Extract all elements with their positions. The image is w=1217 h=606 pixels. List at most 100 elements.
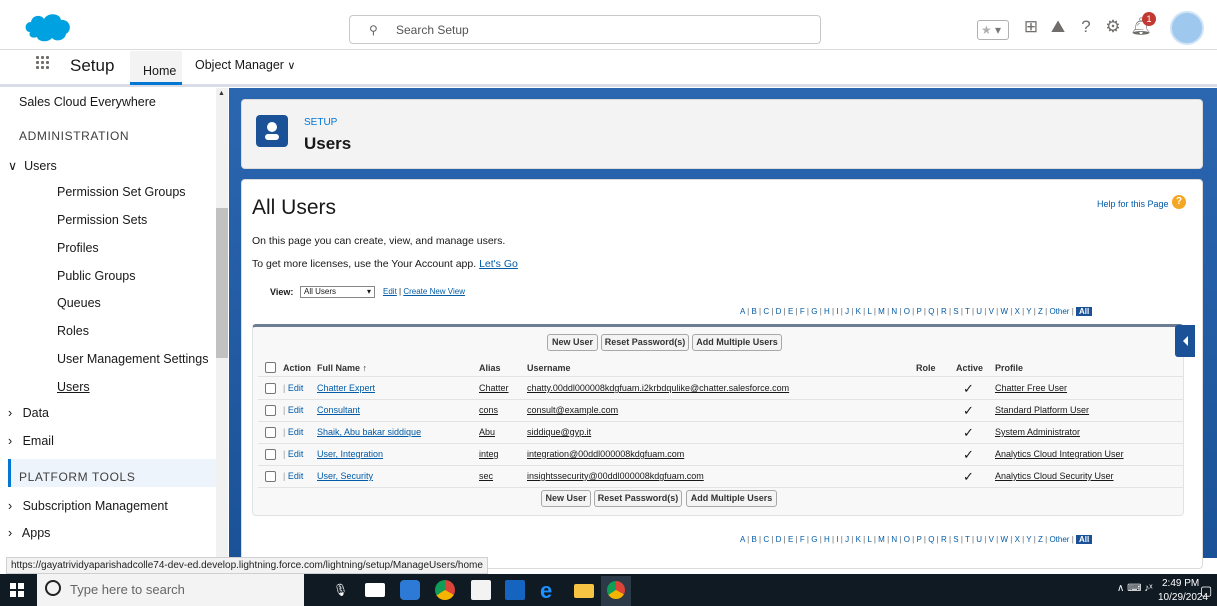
row-username[interactable]: integration@00ddl000008kdgfuam.com [527,449,684,459]
sidebar-item-sales-cloud-everywhere[interactable]: Sales Cloud Everywhere [19,95,156,109]
row-profile[interactable]: Analytics Cloud Security User [995,471,1114,481]
add-icon[interactable]: ⊞ [1020,16,1042,38]
sidebar-scrollbar-thumb[interactable] [216,208,228,358]
column-header-profile[interactable]: Profile [995,363,1023,373]
row-edit-link[interactable]: Edit [288,449,304,459]
salesforce-logo[interactable] [22,10,74,44]
row-full-name[interactable]: Consultant [317,405,360,415]
alpha-filter-all[interactable]: All [1076,307,1093,316]
sidebar-item-roles[interactable]: Roles [57,324,89,338]
row-profile[interactable]: Analytics Cloud Integration User [995,449,1124,459]
sidebar-item-public-groups[interactable]: Public Groups [57,269,136,283]
sidebar-item-queues[interactable]: Queues [57,296,101,310]
create-new-view-link[interactable]: Create New View [403,287,465,296]
alpha-filter-all[interactable]: All [1076,535,1093,544]
mail-icon[interactable] [365,583,385,597]
row-checkbox[interactable] [265,471,276,482]
tab-object-manager[interactable]: Object Manager ∨ [195,58,295,72]
favorites-button[interactable]: ★ ▾ [977,20,1009,40]
row-alias[interactable]: Chatter [479,383,509,393]
file-explorer-icon[interactable] [574,584,594,598]
row-edit-link[interactable]: Edit [288,383,304,393]
trailhead-icon[interactable]: ⛰ [1047,16,1069,38]
sidebar-group-subscription-management[interactable]: › Subscription Management [8,499,168,513]
row-profile[interactable]: Chatter Free User [995,383,1067,393]
row-username[interactable]: consult@example.com [527,405,618,415]
outlook-icon[interactable] [400,580,420,600]
row-full-name[interactable]: Shaik, Abu bakar siddique [317,427,421,437]
row-full-name[interactable]: User, Integration [317,449,383,459]
row-checkbox[interactable] [265,427,276,438]
sidebar-group-users[interactable]: ∨ Users [8,158,57,173]
row-alias[interactable]: sec [479,471,493,481]
devskiller-icon[interactable] [505,580,525,600]
microphone-icon[interactable]: 🎙︎ [333,583,348,597]
sidebar-group-email[interactable]: › Email [8,434,54,448]
row-username[interactable]: insightssecurity@00ddl000008kdgfuam.com [527,471,704,481]
search-setup-input[interactable]: ⚲ Search Setup [349,15,821,44]
store-icon[interactable] [471,580,491,600]
row-username[interactable]: chatty.00ddl000008kdgfuam.i2krbdqulike@c… [527,383,789,393]
row-profile[interactable]: System Administrator [995,427,1080,437]
clock-time[interactable]: 2:49 PM [1162,578,1199,589]
windows-start-icon[interactable] [10,583,24,597]
taskbar-search-input[interactable]: Type here to search [37,574,304,606]
setup-sidebar: Sales Cloud Everywhere ADMINISTRATION ∨ … [0,88,228,558]
row-profile[interactable]: Standard Platform User [995,405,1089,415]
row-edit-link[interactable]: Edit [288,427,304,437]
help-icon[interactable]: ? [1172,195,1186,209]
alpha-filter-w[interactable]: W [1000,307,1008,316]
alpha-filter-m[interactable]: M [878,307,885,316]
row-checkbox[interactable] [265,449,276,460]
row-alias[interactable]: cons [479,405,498,415]
help-icon[interactable]: ? [1075,16,1097,38]
row-full-name[interactable]: User, Security [317,471,373,481]
sidebar-group-apps[interactable]: › Apps [8,526,50,540]
sidebar-item-users[interactable]: Users [57,380,90,394]
help-for-this-page-link[interactable]: Help for this Page [1097,199,1169,209]
avatar[interactable] [1170,11,1204,45]
row-full-name[interactable]: Chatter Expert [317,383,375,393]
row-alias[interactable]: Abu [479,427,495,437]
row-edit-link[interactable]: Edit [288,405,304,415]
lets-go-link[interactable]: Let's Go [479,258,518,270]
column-header-alias[interactable]: Alias [479,363,501,373]
row-checkbox[interactable] [265,405,276,416]
reset-passwords-button-bottom[interactable]: Reset Password(s) [594,490,682,507]
sidebar-item-permission-set-groups[interactable]: Permission Set Groups [57,185,186,199]
alpha-filter-other[interactable]: Other [1049,535,1069,544]
alpha-filter-other[interactable]: Other [1049,307,1069,316]
tab-home[interactable]: Home [130,51,182,85]
select-all-checkbox[interactable] [265,362,276,373]
notifications-icon[interactable]: ▢ [1200,583,1212,599]
row-edit-link[interactable]: Edit [288,471,304,481]
sidebar-item-user-management-settings[interactable]: User Management Settings [57,352,208,366]
column-header-full-name[interactable]: Full Name ↑ [317,363,367,373]
edit-view-link[interactable]: Edit [383,287,397,296]
app-launcher-icon[interactable] [36,56,50,70]
sidebar-group-data[interactable]: › Data [8,406,49,420]
alpha-filter-w[interactable]: W [1000,535,1008,544]
column-header-active[interactable]: Active [956,363,983,373]
gear-icon[interactable]: ⚙ [1102,16,1124,38]
column-header-username[interactable]: Username [527,363,571,373]
chrome-icon[interactable] [435,580,455,600]
new-user-button[interactable]: New User [547,334,598,351]
column-header-role[interactable]: Role [916,363,936,373]
row-checkbox[interactable] [265,383,276,394]
reset-passwords-button[interactable]: Reset Password(s) [601,334,689,351]
edge-icon[interactable]: e [540,578,552,604]
add-multiple-users-button[interactable]: Add Multiple Users [692,334,782,351]
collapse-panel-button[interactable] [1175,325,1195,357]
active-chrome-tab[interactable] [601,576,631,606]
scroll-up-icon[interactable]: ▲ [218,90,225,97]
view-select[interactable]: All Users ▾ [300,286,375,298]
alpha-filter-m[interactable]: M [878,535,885,544]
new-user-button-bottom[interactable]: New User [541,490,591,507]
row-alias[interactable]: integ [479,449,499,459]
tray-icons[interactable]: ∧ ⌨ ♪ˣ [1117,583,1153,594]
sidebar-item-profiles[interactable]: Profiles [57,241,99,255]
sidebar-item-permission-sets[interactable]: Permission Sets [57,213,147,227]
row-username[interactable]: siddique@gyp.it [527,427,591,437]
add-multiple-users-button-bottom[interactable]: Add Multiple Users [686,490,777,507]
